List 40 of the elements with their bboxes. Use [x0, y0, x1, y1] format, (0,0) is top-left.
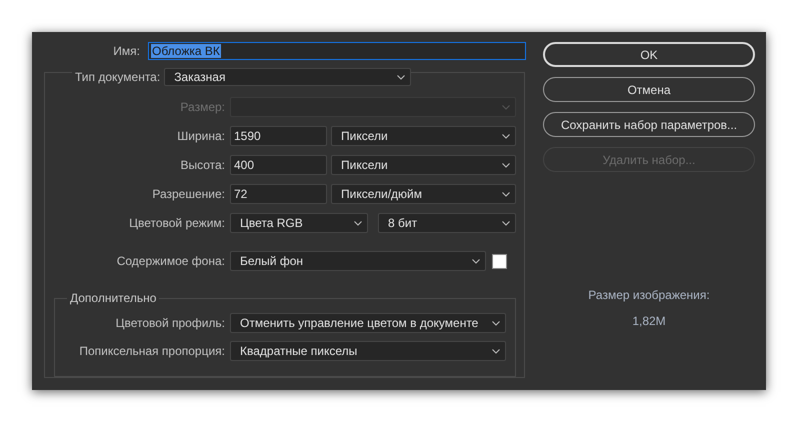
input-field[interactable]: 72: [230, 184, 327, 204]
dropdown[interactable]: Квадратные пикселы: [230, 341, 506, 361]
field-label: Разрешение:: [151, 187, 225, 201]
dialog-button[interactable]: Отмена: [543, 77, 755, 102]
group-title: Дополнительно: [67, 291, 160, 305]
field-label: Содержимое фона:: [116, 254, 225, 268]
dialog-button[interactable]: OK: [543, 42, 755, 67]
chevron-down-icon: [502, 192, 510, 196]
dropdown[interactable]: Цвета RGB: [230, 213, 368, 233]
field-label: Тип документа:: [72, 70, 164, 84]
image-size-value: 1,82M: [631, 314, 667, 328]
chevron-down-icon: [502, 104, 510, 110]
chevron-down-icon: [354, 220, 362, 226]
field-label: Высота:: [179, 158, 225, 172]
chevron-down-icon: [472, 258, 480, 264]
field-label: Размер:: [179, 100, 225, 114]
input-field[interactable]: 400: [230, 155, 327, 175]
dropdown[interactable]: Белый фон: [230, 251, 486, 271]
chevron-down-icon: [502, 220, 510, 226]
chevron-down-icon: [397, 74, 406, 80]
dropdown[interactable]: Пиксели/дюйм: [331, 184, 516, 204]
dropdown[interactable]: Заказная: [164, 68, 412, 86]
dialog-button[interactable]: Сохранить набор параметров...: [543, 112, 755, 137]
field-label: Попиксельная пропорция:: [78, 344, 225, 358]
name-field[interactable]: Обложка ВК: [148, 42, 526, 60]
dropdown[interactable]: Отменить управление цветом в документе: [230, 313, 506, 333]
chevron-down-icon: [502, 162, 510, 168]
chevron-down-icon: [502, 134, 510, 138]
color-swatch[interactable]: [492, 254, 507, 268]
chevron-down-icon: [492, 320, 500, 326]
dropdown[interactable]: 8 бит: [378, 213, 516, 233]
input-field[interactable]: 1590: [230, 126, 327, 146]
field-label: Имя:: [112, 44, 140, 58]
field-label: Ширина:: [176, 129, 225, 143]
dropdown[interactable]: Пиксели: [331, 126, 516, 146]
field-label: Цветовой профиль:: [114, 316, 225, 330]
dropdown[interactable]: Пиксели: [331, 155, 516, 175]
image-size-label: Размер изображения:: [587, 288, 711, 302]
chevron-down-icon: [492, 348, 500, 354]
field-label: Цветовой режим:: [128, 216, 225, 230]
